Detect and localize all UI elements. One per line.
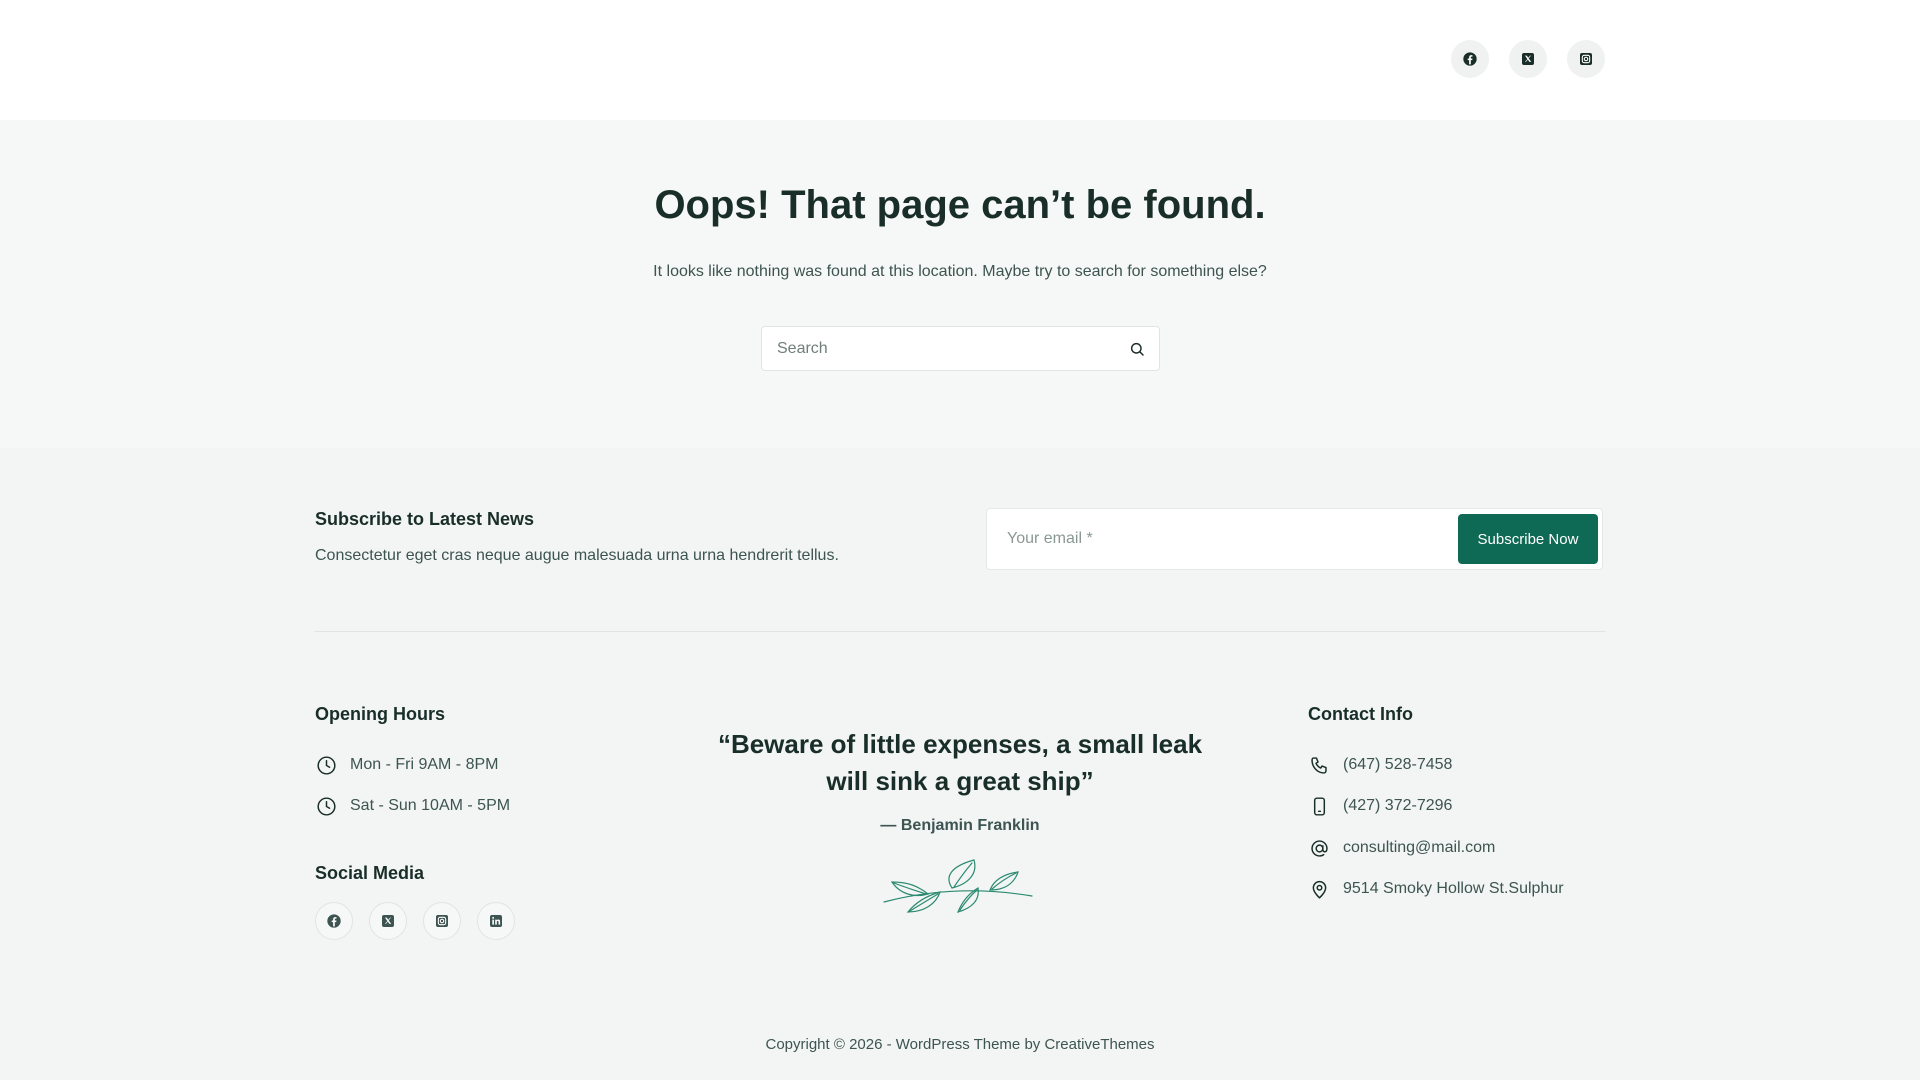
footer-social-links <box>315 902 515 940</box>
contact-email-text: consulting@mail.com <box>1343 839 1496 856</box>
contact-phone-link[interactable]: (647) 528-7458 <box>1308 754 1452 776</box>
leaf-branch-icon <box>883 859 1033 913</box>
phone-icon <box>1308 754 1330 776</box>
search-icon <box>1130 342 1144 356</box>
copyright-text: Copyright © 2026 - <box>765 1036 896 1053</box>
header-x-link[interactable] <box>1509 40 1547 78</box>
quote-author: — Benjamin Franklin <box>880 817 1040 834</box>
not-found-section: Oops! That page can’t be found. It looks… <box>0 120 1920 448</box>
clock-icon <box>315 795 337 817</box>
search-form <box>761 326 1160 371</box>
facebook-icon <box>327 914 341 928</box>
opening-hours-row: Mon - Fri 9AM - 8PM <box>315 754 498 776</box>
subscribe-title: Subscribe to Latest News <box>315 509 535 529</box>
search-button[interactable] <box>1125 337 1149 361</box>
header-social-links <box>1451 40 1605 78</box>
copyright-by-text: by <box>1020 1036 1045 1053</box>
contact-phone-text: (647) 528-7458 <box>1343 756 1453 773</box>
contact-email-link[interactable]: consulting@mail.com <box>1308 837 1495 859</box>
subscribe-button[interactable]: Subscribe Now <box>1458 514 1598 564</box>
header-facebook-link[interactable] <box>1451 40 1489 78</box>
contact-mobile-text: (427) 372-7296 <box>1343 797 1453 814</box>
opening-hours-row: Sat - Sun 10AM - 5PM <box>315 795 510 817</box>
email-field[interactable] <box>1007 509 1427 569</box>
social-media-title: Social Media <box>315 863 425 883</box>
contact-address-text: 9514 Smoky Hollow St.Sulphur <box>1343 880 1564 897</box>
mobile-icon <box>1308 795 1330 817</box>
facebook-icon <box>1463 52 1477 66</box>
contact-info-title: Contact Info <box>1308 704 1413 724</box>
subscribe-description: Consectetur eget cras neque augue malesu… <box>315 547 839 564</box>
opening-hours-text: Sat - Sun 10AM - 5PM <box>350 797 511 814</box>
clock-icon <box>315 754 337 776</box>
footer-facebook-link[interactable] <box>315 902 353 940</box>
header-instagram-link[interactable] <box>1567 40 1605 78</box>
subscribe-form: Subscribe Now <box>986 508 1603 570</box>
copyright-bar: Copyright © 2026 - WordPress Theme by Cr… <box>0 1036 1920 1053</box>
footer-linkedin-link[interactable] <box>477 902 515 940</box>
x-twitter-icon <box>1522 53 1534 65</box>
quote-text: “Beware of little expenses, a small leak… <box>717 729 1203 796</box>
site-header <box>0 0 1920 120</box>
contact-address-link[interactable]: 9514 Smoky Hollow St.Sulphur <box>1308 878 1564 900</box>
opening-hours-text: Mon - Fri 9AM - 8PM <box>350 756 499 773</box>
instagram-icon <box>436 915 448 927</box>
footer-instagram-link[interactable] <box>423 902 461 940</box>
page-title: Oops! That page can’t be found. <box>654 183 1266 227</box>
linkedin-icon <box>490 915 502 927</box>
instagram-icon <box>1580 53 1592 65</box>
location-pin-icon <box>1308 878 1330 900</box>
contact-mobile-link[interactable]: (427) 372-7296 <box>1308 795 1452 817</box>
at-icon <box>1308 837 1330 859</box>
author-link[interactable]: CreativeThemes <box>1044 1036 1154 1053</box>
x-twitter-icon <box>382 915 394 927</box>
theme-link[interactable]: WordPress Theme <box>896 1036 1021 1053</box>
footer-x-link[interactable] <box>369 902 407 940</box>
opening-hours-title: Opening Hours <box>315 704 445 724</box>
footer-divider <box>315 631 1605 632</box>
not-found-message: It looks like nothing was found at this … <box>653 263 1267 280</box>
search-input[interactable] <box>762 327 1102 370</box>
